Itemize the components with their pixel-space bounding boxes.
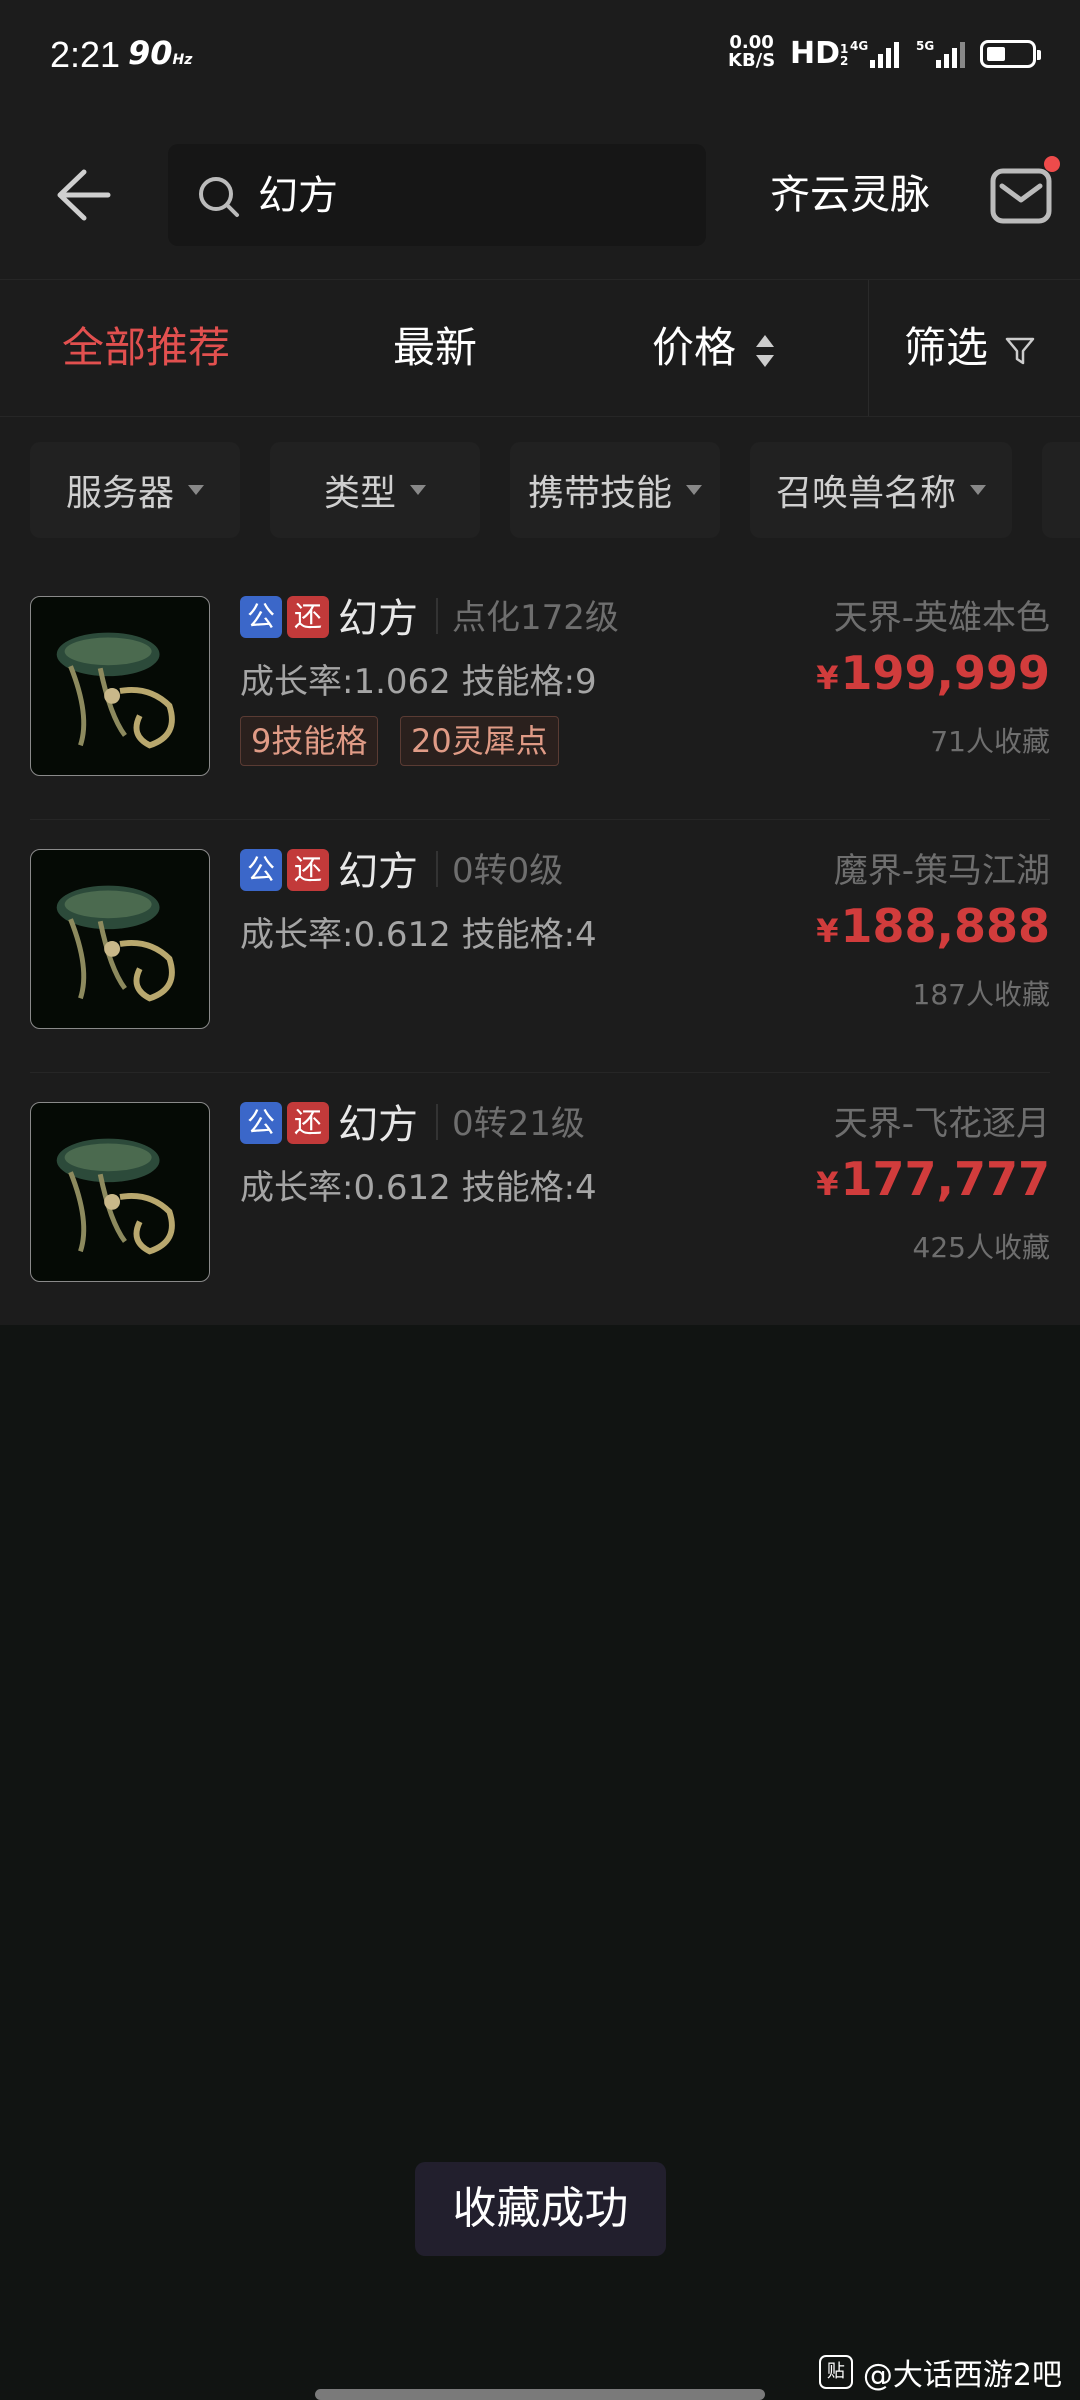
listing-item[interactable]: 公 还 幻方 0转0级 成长率:0.612 技能格:4 魔界-策马江湖 ¥188…	[0, 821, 1080, 1073]
badge-public: 公	[240, 596, 282, 638]
tieba-logo-icon: 贴	[818, 2355, 853, 2389]
mail-icon	[990, 168, 1052, 224]
favorites-count: 187人收藏	[912, 978, 1050, 1011]
listing-item[interactable]: 公 还 幻方 0转21级 成长率:0.612 技能格:4 天界-飞花逐月 ¥17…	[0, 1074, 1080, 1326]
listing-server: 天界-英雄本色	[833, 598, 1050, 638]
pet-stats: 成长率:0.612 技能格:4	[240, 1168, 597, 1208]
badge-public: 公	[240, 849, 282, 891]
header: 齐云灵脉	[0, 140, 1080, 250]
filter-chip-type[interactable]: 类型	[270, 442, 480, 538]
filter-chip-server[interactable]: 服务器	[30, 442, 240, 538]
tag-spirit-points: 20灵犀点	[400, 716, 559, 766]
pet-name: 幻方	[338, 849, 418, 895]
net-speed: 0.00 KB/S	[728, 34, 775, 70]
toast-message: 收藏成功	[415, 2162, 666, 2256]
favorites-count: 71人收藏	[930, 725, 1050, 758]
badge-public: 公	[240, 1102, 282, 1144]
watermark: 贴 @大话西游2吧	[818, 2350, 1062, 2394]
filter-row: 服务器 类型 携带技能 召唤兽名称	[0, 440, 1080, 540]
row-divider	[30, 1072, 1050, 1073]
listing-price: ¥188,888	[816, 899, 1050, 953]
row-divider	[30, 819, 1050, 820]
pet-name: 幻方	[338, 596, 418, 642]
pet-image-icon	[56, 885, 175, 1002]
notification-dot	[1044, 156, 1060, 172]
tab-price[interactable]: 价格	[652, 280, 776, 416]
price-value: 177,777	[840, 1152, 1050, 1206]
tab-newest[interactable]: 最新	[393, 280, 477, 416]
refresh-rate: 90Hz	[128, 34, 192, 72]
listing-price: ¥177,777	[816, 1152, 1050, 1206]
filter-chip-label: 召唤兽名称	[775, 473, 956, 514]
pet-thumbnail	[30, 1102, 210, 1282]
filter-chip-label: 类型	[323, 473, 396, 514]
mail-button[interactable]	[990, 156, 1060, 224]
chevron-down-icon	[188, 485, 204, 495]
search-icon	[199, 177, 239, 217]
pet-level: 0转21级	[452, 1104, 585, 1144]
battery-icon	[980, 40, 1041, 68]
refresh-rate-value: 90	[128, 34, 173, 72]
listing-server: 天界-飞花逐月	[833, 1104, 1050, 1144]
filter-chip-skills[interactable]: 携带技能	[510, 442, 720, 538]
separator	[436, 851, 438, 887]
back-arrow-icon[interactable]	[50, 162, 116, 228]
filter-chip-more[interactable]	[1042, 442, 1080, 538]
listing-item[interactable]: 公 还 幻方 点化172级 成长率:1.062 技能格:9 9技能格 20灵犀点…	[0, 568, 1080, 820]
funnel-icon	[1005, 337, 1035, 364]
net-speed-unit: KB/S	[728, 50, 776, 71]
badge-return: 还	[287, 1102, 329, 1144]
pet-name: 幻方	[338, 1102, 418, 1148]
signal-5g-icon: 5G	[916, 39, 965, 68]
sort-bar: 全部推荐 最新 价格 筛选	[0, 279, 1080, 417]
search-input[interactable]	[256, 144, 680, 248]
chevron-down-icon	[970, 485, 986, 495]
filter-chip-pet-name[interactable]: 召唤兽名称	[750, 442, 1012, 538]
separator	[436, 598, 438, 634]
favorites-count: 425人收藏	[912, 1231, 1050, 1264]
pet-level: 点化172级	[452, 598, 619, 638]
filter-chip-label: 携带技能	[527, 473, 672, 514]
separator	[436, 1104, 438, 1140]
tab-price-label: 价格	[652, 323, 737, 372]
badge-return: 还	[287, 596, 329, 638]
pet-stats: 成长率:0.612 技能格:4	[240, 915, 597, 955]
currency-symbol: ¥	[816, 912, 839, 950]
signal-5g-label: 5G	[916, 39, 934, 53]
pet-image-icon	[56, 1138, 175, 1255]
tab-filter[interactable]: 筛选	[904, 280, 1036, 416]
hd-indicator: HD1 2	[790, 36, 854, 71]
watermark-text: @大话西游2吧	[862, 2358, 1062, 2393]
currency-symbol: ¥	[816, 1165, 839, 1203]
pet-stats: 成长率:1.062 技能格:9	[240, 662, 597, 702]
tag-skill-slots: 9技能格	[240, 716, 379, 766]
badge-return: 还	[287, 849, 329, 891]
status-bar: 2:21 90Hz 0.00 KB/S HD1 2 4G 5G	[0, 0, 1080, 110]
search-box[interactable]	[168, 144, 706, 248]
listing-server: 魔界-策马江湖	[833, 851, 1050, 891]
price-value: 199,999	[840, 646, 1050, 700]
signal-4g-label: 4G	[850, 39, 868, 53]
refresh-rate-unit: Hz	[172, 52, 193, 68]
tab-all-recommended[interactable]: 全部推荐	[62, 280, 230, 416]
pet-thumbnail	[30, 596, 210, 776]
status-time: 2:21	[50, 34, 121, 75]
sort-updown-icon	[756, 334, 775, 367]
listing-price: ¥199,999	[816, 646, 1050, 700]
filter-chip-label: 服务器	[65, 473, 174, 514]
pet-image-icon	[56, 632, 175, 749]
current-server[interactable]: 齐云灵脉	[770, 140, 930, 250]
chevron-down-icon	[410, 485, 426, 495]
price-value: 188,888	[840, 899, 1050, 953]
tab-filter-label: 筛选	[904, 323, 989, 372]
signal-4g-icon: 4G	[850, 39, 899, 68]
pet-thumbnail	[30, 849, 210, 1029]
hd-label: HD	[790, 36, 841, 71]
currency-symbol: ¥	[816, 659, 839, 697]
home-indicator[interactable]	[315, 2389, 765, 2400]
chevron-down-icon	[686, 485, 702, 495]
tab-divider	[868, 280, 869, 416]
pet-level: 0转0级	[452, 851, 564, 891]
